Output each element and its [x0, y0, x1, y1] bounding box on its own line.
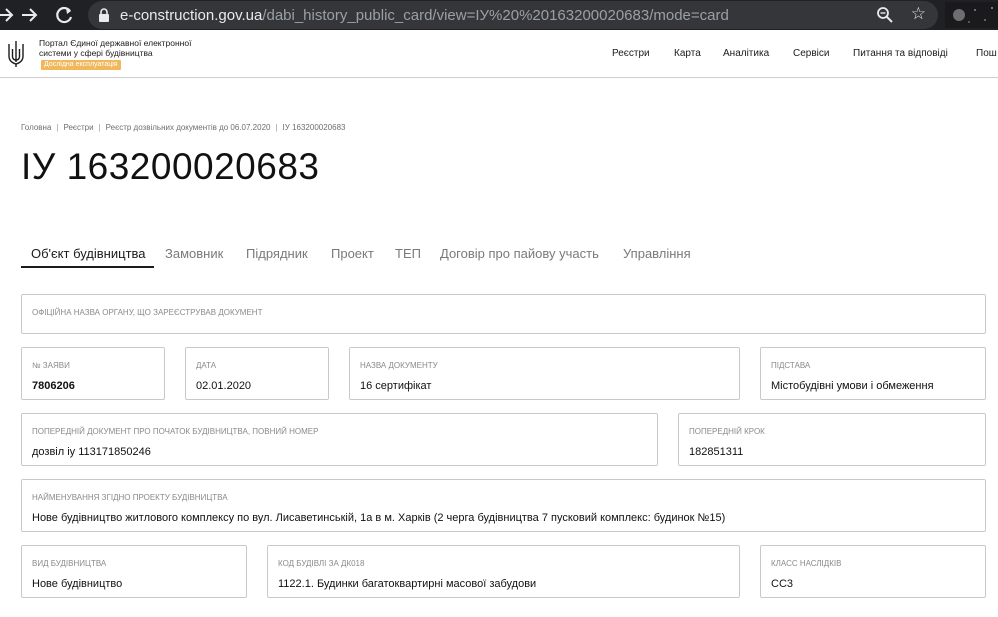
field-previous-document: Попередній документ про початок будівниц… — [21, 413, 658, 466]
field-construction-type: Вид будівництва Нове будівництво — [21, 545, 247, 598]
field-value: 182851311 — [689, 446, 744, 458]
field-value: Нове будівництво — [32, 578, 123, 590]
breadcrumb: Головна | Реєстри | Реєстр дозвільних докуме… — [21, 123, 345, 133]
field-application-number: № заяви 7806206 — [21, 347, 165, 400]
profile-avatar-icon[interactable] — [945, 2, 998, 28]
field-label: Найменування згідно проекту будівництва — [32, 493, 228, 502]
field-issuing-body: Офіційна назва органу, що зареєстрував д… — [21, 294, 986, 334]
tab-tep[interactable]: ТЕП — [395, 246, 421, 262]
field-value: 16 сертифікат — [360, 380, 432, 392]
field-label: Підстава — [771, 361, 811, 370]
tab-project[interactable]: Проект — [331, 246, 374, 262]
breadcrumb-separator: | — [56, 123, 59, 132]
active-tab-indicator — [21, 266, 154, 268]
field-label: Назва документу — [360, 361, 438, 370]
breadcrumb-separator: | — [275, 123, 278, 132]
nav-faq[interactable]: Питання та відповіді — [853, 48, 948, 60]
url-path: /dabi_history_public_card/view=ІУ%20%201… — [262, 7, 729, 24]
field-value: Нове будівництво житлового комплексу по … — [32, 512, 726, 524]
breadcrumb-current: ІУ 163200020683 — [282, 123, 346, 132]
bookmark-star-icon[interactable]: ☆ — [911, 4, 926, 24]
url-host: e-construction.gov.ua — [120, 7, 263, 24]
breadcrumb-registries[interactable]: Реєстри — [63, 123, 93, 132]
site-header: Портал Єдиної державної електронної сист… — [0, 30, 998, 78]
zoom-icon[interactable] — [876, 6, 894, 24]
beta-badge: Дослідна експлуатація — [41, 60, 121, 70]
field-label: Вид будівництва — [32, 559, 107, 568]
address-bar[interactable]: e-construction.gov.ua/dabi_history_publi… — [88, 1, 938, 29]
field-value: 1122.1. Будинки багатоквартирні масової … — [278, 578, 537, 590]
field-project-name: Найменування згідно проекту будівництва … — [21, 479, 986, 532]
nav-registries[interactable]: Реєстри — [612, 48, 650, 60]
reload-icon[interactable] — [55, 4, 75, 26]
field-label: Попередній документ про початок будівниц… — [32, 427, 319, 436]
nav-map[interactable]: Карта — [674, 48, 701, 60]
tab-management[interactable]: Управління — [623, 246, 691, 262]
field-label: Офіційна назва органу, що зареєстрував д… — [32, 308, 263, 317]
field-label: № заяви — [32, 361, 70, 370]
breadcrumb-separator: | — [98, 123, 101, 132]
field-building-code: Код будівлі за ДК018 1122.1. Будинки баг… — [267, 545, 740, 598]
breadcrumb-home[interactable]: Головна — [21, 123, 51, 132]
field-label: Код будівлі за ДК018 — [278, 559, 365, 568]
breadcrumb-registry[interactable]: Реєстр дозвільних документів до 06.07.20… — [106, 123, 271, 132]
url-text: e-construction.gov.ua/dabi_history_publi… — [120, 7, 729, 24]
nav-services[interactable]: Сервіси — [793, 48, 829, 60]
field-document-name: Назва документу 16 сертифікат — [349, 347, 740, 400]
tab-contractor[interactable]: Підрядник — [246, 246, 308, 262]
field-value: СС3 — [771, 578, 794, 590]
nav-analytics[interactable]: Аналітика — [723, 48, 769, 60]
nav-search[interactable]: Пош — [976, 48, 997, 60]
field-date: Дата 02.01.2020 — [185, 347, 329, 400]
field-label: Дата — [196, 361, 217, 370]
browser-toolbar: e-construction.gov.ua/dabi_history_publi… — [0, 0, 998, 30]
portal-logo-text[interactable]: Портал Єдиної державної електронної сист… — [39, 38, 199, 70]
trident-logo-icon[interactable] — [6, 40, 26, 68]
tab-equity-agreement[interactable]: Договір про пайову участь — [440, 246, 599, 262]
field-label: Попередній крок — [689, 427, 765, 436]
field-value: 02.01.2020 — [196, 380, 252, 392]
forward-arrow-icon[interactable] — [20, 4, 40, 26]
tab-construction-object[interactable]: Об'єкт будівництва — [31, 246, 146, 262]
tab-customer[interactable]: Замовник — [165, 246, 223, 262]
field-consequence-class: Класс наслідків СС3 — [760, 545, 986, 598]
field-value: 7806206 — [32, 380, 75, 392]
page-title: ІУ 163200020683 — [21, 146, 320, 187]
field-value: Містобудівні умови і обмеження — [771, 380, 934, 392]
field-value: дозвіл іу 113171850246 — [32, 446, 151, 458]
portal-name: Портал Єдиної державної електронної сист… — [39, 38, 192, 58]
lock-icon — [98, 8, 110, 22]
back-arrow-icon[interactable] — [0, 4, 14, 26]
field-basis: Підстава Містобудівні умови і обмеження — [760, 347, 986, 400]
field-previous-step: Попередній крок 182851311 — [678, 413, 986, 466]
field-label: Класс наслідків — [771, 559, 842, 568]
